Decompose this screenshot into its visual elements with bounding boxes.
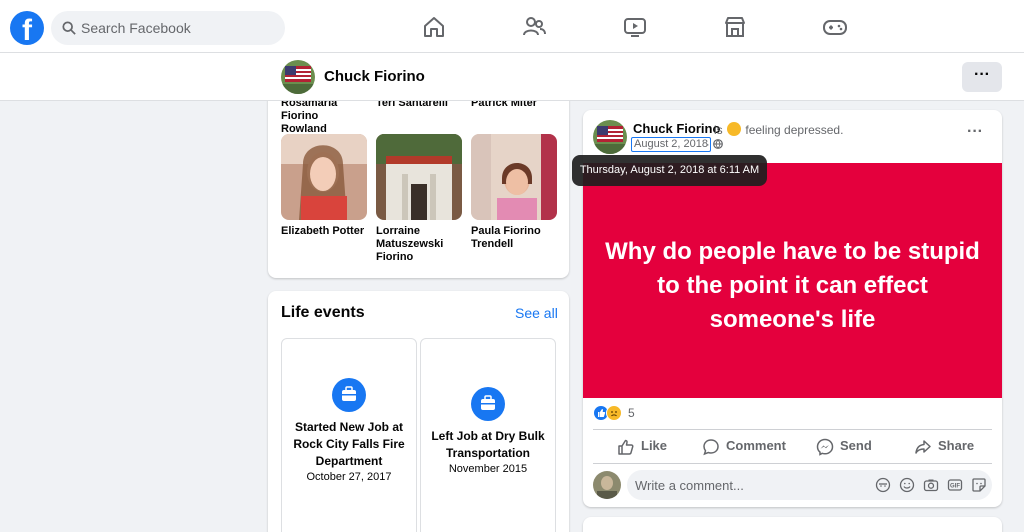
comment-avatar[interactable] xyxy=(593,471,621,499)
search-input[interactable] xyxy=(81,11,271,45)
post-text-background: Why do people have to be stupid to the p… xyxy=(583,163,1002,398)
sticker-icon[interactable] xyxy=(971,477,987,493)
search-box[interactable] xyxy=(51,11,285,45)
reaction-count[interactable]: 5 xyxy=(628,406,635,420)
post-privacy[interactable]: · xyxy=(706,139,723,151)
post-feeling-is: is xyxy=(714,123,723,137)
date-separator: · xyxy=(706,139,710,151)
share-label: Share xyxy=(938,438,975,453)
friend-photo[interactable] xyxy=(376,134,462,220)
camera-icon[interactable] xyxy=(923,477,939,493)
timestamp-tooltip: Thursday, August 2, 2018 at 6:11 AM xyxy=(572,155,767,186)
friend-photo[interactable] xyxy=(471,134,557,220)
life-events-title: Life events xyxy=(281,304,365,321)
profile-header-bar: Chuck Fiorino ··· xyxy=(0,53,1024,101)
life-event-date: October 27, 2017 xyxy=(306,471,392,483)
friend-name[interactable]: Elizabeth Potter xyxy=(281,225,367,238)
friends-icon[interactable] xyxy=(521,14,547,40)
marketplace-icon[interactable] xyxy=(722,14,748,40)
post-text: Why do people have to be stupid to the p… xyxy=(605,238,980,333)
share-button[interactable]: Share xyxy=(914,434,974,458)
depressed-emoji-icon xyxy=(727,122,742,136)
divider xyxy=(593,463,992,464)
comment-icon xyxy=(703,438,719,455)
friend-name[interactable]: Lorraine Matuszewski Fiorino xyxy=(376,225,462,264)
friend-photo[interactable] xyxy=(281,134,367,220)
post-feeling: is feeling depressed. xyxy=(714,122,843,137)
comment-label: Comment xyxy=(726,438,786,453)
profile-name[interactable]: Chuck Fiorino xyxy=(324,68,425,85)
post-author-name[interactable]: Chuck Fiorino xyxy=(633,121,720,136)
svg-text:GIF: GIF xyxy=(950,484,960,490)
send-label: Send xyxy=(840,438,872,453)
avatar[interactable] xyxy=(281,60,315,94)
watch-icon[interactable] xyxy=(622,14,648,40)
life-event-card[interactable]: Left Job at Dry Bulk Transportation Nove… xyxy=(420,338,556,532)
like-icon xyxy=(618,439,634,455)
avatar[interactable] xyxy=(593,120,627,154)
post-more-options-button[interactable]: ··· xyxy=(967,123,983,141)
life-event-card[interactable]: Started New Job at Rock City Falls Fire … xyxy=(281,338,417,532)
more-options-button[interactable]: ··· xyxy=(962,62,1002,92)
life-event-date: November 2015 xyxy=(448,463,528,475)
like-button[interactable]: Like xyxy=(617,434,667,458)
friend-name[interactable]: Rosamaria Fiorino Rowland xyxy=(281,97,367,136)
gif-icon[interactable]: GIF xyxy=(947,477,963,493)
post-timestamp-link[interactable]: August 2, 2018 xyxy=(631,137,712,152)
search-icon xyxy=(62,21,76,35)
comment-box[interactable]: GIF xyxy=(627,470,992,500)
see-all-link[interactable]: See all xyxy=(515,305,558,321)
emoji-icon[interactable] xyxy=(899,477,915,493)
like-label: Like xyxy=(641,438,668,453)
globe-icon xyxy=(712,139,723,149)
home-icon[interactable] xyxy=(421,14,447,40)
friend-name[interactable]: Paula Fiorino Trendell xyxy=(471,225,557,251)
avatar-sticker-icon[interactable] xyxy=(875,477,891,493)
facebook-logo[interactable]: f xyxy=(10,11,44,45)
friends-card: Rosamaria Fiorino Rowland Teri Santarell… xyxy=(268,88,569,278)
sad-reaction-icon xyxy=(606,405,622,421)
divider xyxy=(593,429,992,430)
post-feeling-text: feeling depressed. xyxy=(745,123,844,137)
top-navigation-bar: f xyxy=(0,0,1024,53)
comment-button[interactable]: Comment xyxy=(702,434,786,458)
send-button[interactable]: Send xyxy=(816,434,872,458)
gaming-icon[interactable] xyxy=(822,14,848,40)
life-event-title[interactable]: Started New Job at Rock City Falls Fire … xyxy=(288,419,410,470)
briefcase-icon xyxy=(332,378,366,412)
next-post-card xyxy=(583,517,1002,532)
comment-input[interactable] xyxy=(635,470,865,500)
briefcase-icon xyxy=(471,387,505,421)
messenger-icon xyxy=(816,438,834,456)
share-icon xyxy=(915,439,931,454)
life-event-title[interactable]: Left Job at Dry Bulk Transportation xyxy=(427,428,549,462)
life-events-card: Life events See all Started New Job at R… xyxy=(268,291,569,532)
